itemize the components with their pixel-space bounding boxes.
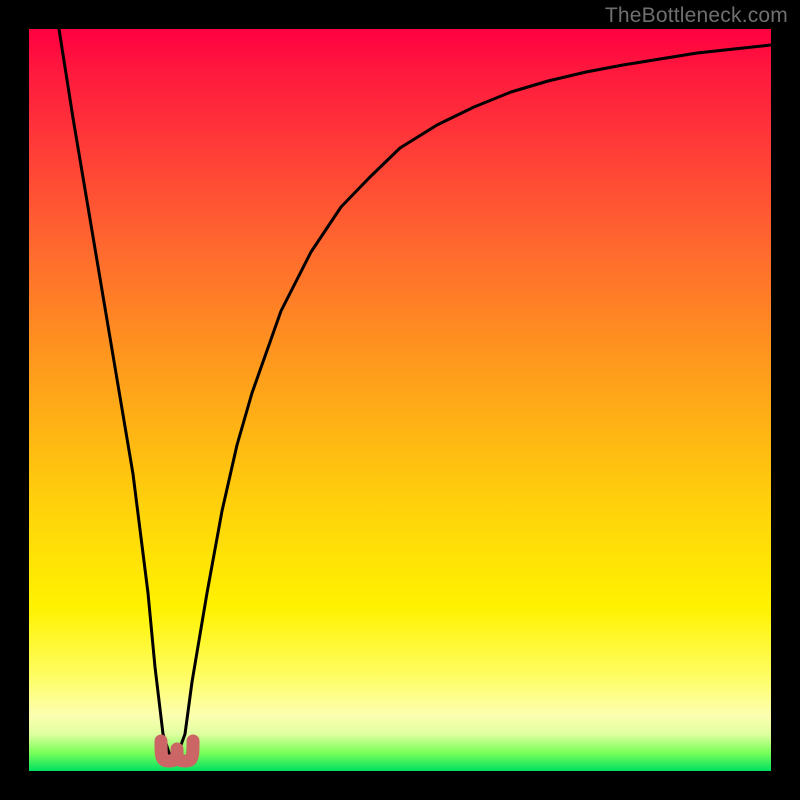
bottleneck-curve [59,29,771,756]
min-marker [161,741,193,761]
plot-area [29,29,771,771]
chart-frame: TheBottleneck.com [0,0,800,800]
watermark-text: TheBottleneck.com [605,4,788,28]
curve-layer [29,29,771,771]
